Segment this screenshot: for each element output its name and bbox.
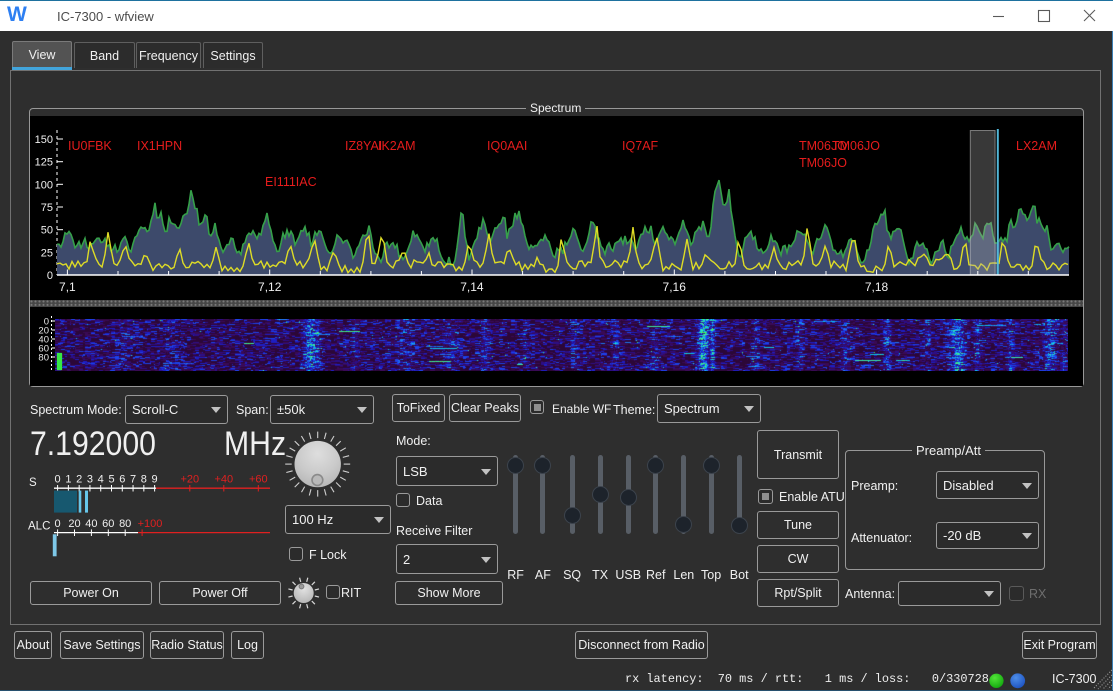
svg-text:9: 9 bbox=[152, 474, 158, 486]
svg-text:4: 4 bbox=[98, 474, 104, 486]
svg-text:2: 2 bbox=[76, 474, 82, 486]
svg-text:50: 50 bbox=[41, 225, 53, 237]
svg-text:125: 125 bbox=[35, 157, 53, 169]
svg-text:TM06JO: TM06JO bbox=[832, 139, 880, 153]
svg-text:150: 150 bbox=[35, 134, 53, 146]
svg-text:0: 0 bbox=[47, 270, 53, 282]
svg-text:+40: +40 bbox=[214, 474, 233, 486]
svg-text:25: 25 bbox=[41, 247, 53, 259]
svg-text:IU0FBK: IU0FBK bbox=[68, 139, 112, 153]
svg-text:EI111IAC: EI111IAC bbox=[265, 175, 317, 189]
svg-text:5: 5 bbox=[108, 474, 114, 486]
svg-text:TM06JO: TM06JO bbox=[799, 156, 847, 170]
svg-text:7,1: 7,1 bbox=[59, 280, 76, 294]
svg-text:60: 60 bbox=[102, 518, 114, 530]
svg-text:20: 20 bbox=[68, 518, 80, 530]
svg-text:80: 80 bbox=[119, 518, 131, 530]
svg-text:IQ0AAI: IQ0AAI bbox=[487, 139, 527, 153]
svg-text:7: 7 bbox=[130, 474, 136, 486]
svg-text:+100: +100 bbox=[138, 518, 163, 530]
svg-text:S: S bbox=[29, 477, 37, 489]
svg-text:IZ8YAI: IZ8YAI bbox=[345, 139, 382, 153]
svg-text:75: 75 bbox=[41, 202, 53, 214]
svg-text:0: 0 bbox=[55, 518, 61, 530]
svg-text:6: 6 bbox=[119, 474, 125, 486]
svg-text:3: 3 bbox=[87, 474, 93, 486]
svg-text:ALC: ALC bbox=[28, 521, 50, 533]
svg-text:8: 8 bbox=[141, 474, 147, 486]
svg-text:7,18: 7,18 bbox=[865, 280, 889, 294]
svg-text:80: 80 bbox=[38, 353, 49, 364]
svg-text:IK2AM: IK2AM bbox=[378, 139, 416, 153]
svg-text:+60: +60 bbox=[249, 474, 268, 486]
svg-text:IX1HPN: IX1HPN bbox=[137, 139, 182, 153]
svg-text:7,12: 7,12 bbox=[258, 280, 282, 294]
svg-text:100: 100 bbox=[35, 179, 53, 191]
svg-text:1: 1 bbox=[65, 474, 71, 486]
svg-text:LX2AM: LX2AM bbox=[1016, 139, 1057, 153]
svg-text:+20: +20 bbox=[180, 474, 199, 486]
svg-text:7,16: 7,16 bbox=[663, 280, 687, 294]
svg-text:7,14: 7,14 bbox=[460, 280, 484, 294]
svg-text:0: 0 bbox=[55, 474, 61, 486]
svg-text:40: 40 bbox=[85, 518, 97, 530]
svg-text:IQ7AF: IQ7AF bbox=[622, 139, 658, 153]
